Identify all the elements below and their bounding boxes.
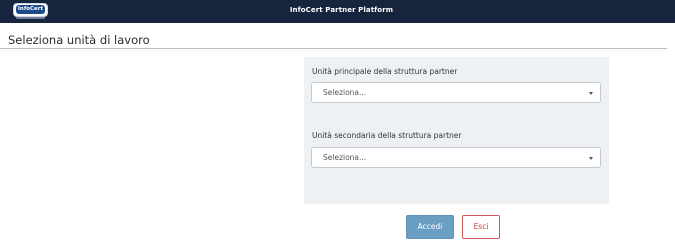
secondary-unit-label: Unità secondaria della struttura partner bbox=[312, 131, 462, 140]
logo-underline bbox=[16, 17, 45, 19]
exit-button[interactable]: Esci bbox=[462, 215, 500, 239]
primary-unit-select-value: Seleziona... bbox=[323, 88, 367, 97]
primary-unit-select[interactable]: Seleziona... bbox=[311, 82, 601, 103]
secondary-unit-select-value: Seleziona... bbox=[323, 153, 367, 162]
app-title: InfoCert Partner Platform bbox=[289, 6, 394, 14]
top-bar: InfoCert InfoCert Partner Platform bbox=[0, 0, 675, 23]
title-divider bbox=[0, 48, 667, 49]
selection-panel: Unità principale della struttura partner… bbox=[304, 57, 609, 204]
chevron-down-icon bbox=[589, 157, 593, 160]
secondary-unit-select[interactable]: Seleziona... bbox=[311, 147, 601, 168]
login-button[interactable]: Accedi bbox=[406, 215, 454, 239]
page-title: Seleziona unità di lavoro bbox=[8, 33, 150, 47]
chevron-down-icon bbox=[589, 92, 593, 95]
primary-unit-label: Unità principale della struttura partner bbox=[312, 67, 458, 76]
